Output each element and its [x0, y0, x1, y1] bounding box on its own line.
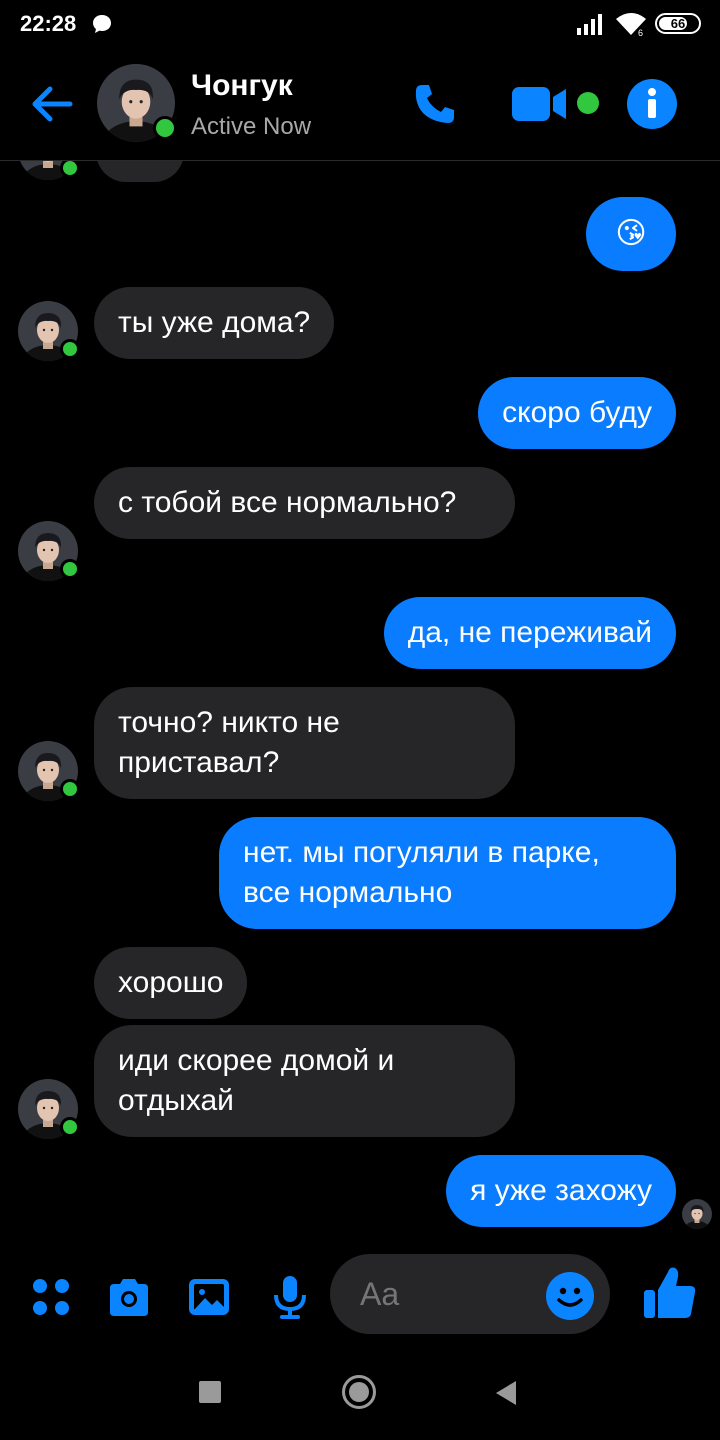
contact-avatar-small[interactable]: [18, 301, 80, 361]
message-input[interactable]: [360, 1276, 540, 1313]
gallery-icon[interactable]: [186, 1274, 232, 1320]
back-arrow-icon[interactable]: [28, 80, 76, 128]
video-camera-icon[interactable]: [510, 84, 568, 124]
contact-status: Active Now: [191, 113, 312, 140]
contact-avatar-small[interactable]: [18, 741, 80, 801]
message-bubble-sent[interactable]: скоро буду: [478, 377, 676, 449]
svg-text:6: 6: [638, 28, 643, 37]
camera-icon[interactable]: [106, 1274, 152, 1320]
message-composer: [0, 1250, 720, 1342]
message-bubble-received[interactable]: хорошо: [94, 947, 248, 1019]
contact-avatar[interactable]: [97, 64, 177, 142]
microphone-icon[interactable]: [267, 1274, 313, 1320]
nav-back-icon[interactable]: [494, 1380, 518, 1406]
contact-avatar-small[interactable]: [18, 521, 80, 581]
chat-notification-icon: [93, 15, 111, 33]
message-bubble-sent[interactable]: 😘: [586, 197, 676, 271]
wifi-icon: 6: [616, 13, 646, 37]
thumbs-up-icon[interactable]: [642, 1264, 698, 1322]
message-bubble-received[interactable]: ты уже дома?: [94, 287, 335, 359]
message-bubble-received[interactable]: иди скорее домой и отдыхай: [94, 1025, 515, 1137]
phone-icon[interactable]: [412, 81, 458, 127]
message-bubble-sent[interactable]: да, не переживай: [383, 597, 676, 669]
online-indicator: [153, 116, 177, 140]
smiley-icon[interactable]: [546, 1272, 594, 1320]
battery-level: 66: [670, 16, 686, 31]
contact-avatar-small[interactable]: [18, 1079, 80, 1139]
apps-grid-icon[interactable]: [28, 1274, 74, 1320]
chat-header: Чонгук Active Now: [0, 50, 720, 161]
message-bubble-received[interactable]: точно? никто не приставал?: [94, 687, 515, 799]
nav-circle-icon[interactable]: [341, 1374, 377, 1410]
system-navigation-bar: [0, 1342, 720, 1440]
messenger-chat-screen: 22:28 6 66 Чонгук Active Now 😘 ты уже до…: [0, 0, 720, 1440]
signal-icon: [577, 14, 602, 35]
status-time: 22:28: [20, 11, 77, 36]
contact-name[interactable]: Чонгук: [191, 69, 293, 103]
message-bubble-sent[interactable]: нет. мы погуляли в парке, все нормально: [219, 817, 676, 929]
battery-indicator: 66: [655, 13, 701, 34]
read-receipt-avatar: [682, 1199, 712, 1229]
message-bubble-received[interactable]: с тобой все нормально?: [94, 467, 515, 539]
info-icon[interactable]: [627, 79, 677, 129]
nav-square-icon[interactable]: [199, 1381, 221, 1403]
status-bar: 22:28 6 66: [0, 0, 720, 50]
video-active-indicator: [577, 92, 599, 114]
message-bubble-sent[interactable]: я уже захожу: [446, 1155, 676, 1227]
